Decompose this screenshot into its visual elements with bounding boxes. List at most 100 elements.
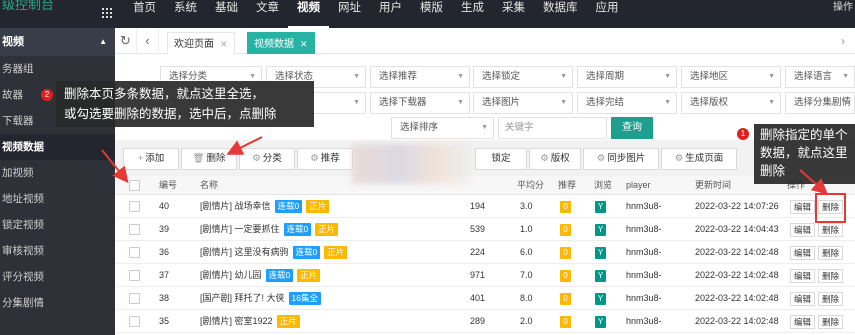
row-view[interactable]: Y xyxy=(595,241,606,264)
edit-button[interactable]: 编辑 xyxy=(790,292,816,306)
row-checkbox[interactable] xyxy=(129,293,140,304)
sidebar-item-url-video[interactable]: 地址视频 xyxy=(0,186,115,212)
row-view[interactable]: Y xyxy=(595,264,606,287)
sidebar-item-review-video[interactable]: 审核视频 xyxy=(0,238,115,264)
edit-button[interactable]: 编辑 xyxy=(790,246,816,260)
sidebar-item-locked-video[interactable]: 锁定视频 xyxy=(0,212,115,238)
row-title[interactable]: 一定要抓住 xyxy=(235,224,280,234)
sidebar: 视频 ▲ 务器组 故器 下载器 视频数据 加视频 地址视频 锁定视频 审核视频 评… xyxy=(0,28,115,335)
row-view[interactable]: Y xyxy=(595,287,606,310)
refresh-icon[interactable]: ↻ xyxy=(115,28,137,54)
row-view[interactable]: Y xyxy=(595,195,606,218)
row-checkbox[interactable] xyxy=(129,316,140,327)
row-recommend[interactable]: 0 xyxy=(560,287,571,310)
nav-item-video[interactable]: 视频 xyxy=(288,0,329,28)
edit-button[interactable]: 编辑 xyxy=(790,269,816,283)
row-title[interactable]: 战场幸信 xyxy=(235,201,271,211)
generate-page-button[interactable]: ⚙ 生成页面 xyxy=(661,148,737,170)
select-region[interactable]: 选择地区 ▼ xyxy=(681,66,781,88)
tab-welcome[interactable]: 欢迎页面 ✕ xyxy=(167,32,235,54)
sidebar-section-video[interactable]: 视频 ▲ xyxy=(0,28,115,56)
nav-item-user[interactable]: 用户 xyxy=(370,0,411,28)
grid-menu-icon[interactable] xyxy=(102,8,112,18)
select-recommend[interactable]: 选择推荐 ▼ xyxy=(370,66,470,88)
select-sort[interactable]: 选择排序 ▼ xyxy=(391,117,494,139)
select-lock[interactable]: 选择锁定 ▼ xyxy=(473,66,573,88)
nav-item-generate[interactable]: 生成 xyxy=(452,0,493,28)
chevron-right-icon[interactable]: › xyxy=(841,28,855,54)
top-right-menu[interactable]: 操作 xyxy=(833,0,855,16)
view-badge[interactable]: Y xyxy=(595,246,606,259)
row-recommend[interactable]: 0 xyxy=(560,310,571,333)
select-all-checkbox[interactable] xyxy=(129,180,140,191)
recommend-badge[interactable]: 0 xyxy=(560,315,571,328)
row-title[interactable]: 这里没有病驹 xyxy=(235,247,289,257)
view-badge[interactable]: Y xyxy=(595,269,606,282)
row-delete-button[interactable]: 删除 xyxy=(818,292,844,306)
select-finished[interactable]: 选择完结 ▼ xyxy=(577,92,677,114)
view-badge[interactable]: Y xyxy=(595,315,606,328)
row-delete-button[interactable]: 删除 xyxy=(818,246,844,260)
select-downloader[interactable]: 选择下载器 ▼ xyxy=(370,92,470,114)
select-period[interactable]: 选择周期 ▼ xyxy=(577,66,677,88)
row-recommend[interactable]: 0 xyxy=(560,195,571,218)
add-button[interactable]: + 添加 xyxy=(123,148,179,170)
row-recommend[interactable]: 0 xyxy=(560,264,571,287)
copyright-button[interactable]: ⚙ 版权 xyxy=(529,148,581,170)
row-view[interactable]: Y xyxy=(595,218,606,241)
row-checkbox[interactable] xyxy=(129,247,140,258)
recommend-badge[interactable]: 0 xyxy=(560,269,571,282)
nav-item-article[interactable]: 文章 xyxy=(247,0,288,28)
recommend-button[interactable]: ⚙ 推荐 xyxy=(297,148,353,170)
row-recommend[interactable]: 0 xyxy=(560,218,571,241)
select-language[interactable]: 选择语言 ▼ xyxy=(785,66,855,88)
tab-video-data[interactable]: 视频数据 ✕ xyxy=(247,32,315,54)
recommend-badge[interactable]: 0 xyxy=(560,246,571,259)
nav-item-system[interactable]: 系统 xyxy=(165,0,206,28)
keyword-input[interactable]: 关键字 xyxy=(498,117,607,139)
row-delete-button[interactable]: 删除 xyxy=(818,315,844,329)
view-badge[interactable]: Y xyxy=(595,223,606,236)
row-delete-button[interactable]: 删除 xyxy=(818,269,844,283)
edit-button[interactable]: 编辑 xyxy=(790,315,816,329)
chevron-left-icon[interactable]: ‹ xyxy=(137,28,159,54)
row-delete-button[interactable]: 删除 xyxy=(818,223,844,237)
sidebar-item-video-data[interactable]: 视频数据 xyxy=(0,134,115,160)
edit-button[interactable]: 编辑 xyxy=(790,223,816,237)
delete-button[interactable]: 🗑 删除 xyxy=(181,148,237,170)
select-copyright[interactable]: 选择版权 ▼ xyxy=(681,92,781,114)
edit-button[interactable]: 编辑 xyxy=(790,200,816,214)
sidebar-item-episode-plot[interactable]: 分集剧情 xyxy=(0,290,115,316)
row-title[interactable]: 幼儿园 xyxy=(235,270,262,280)
nav-item-database[interactable]: 数据库 xyxy=(534,0,587,28)
select-episode-plot[interactable]: 选择分集剧情 ▼ xyxy=(785,92,855,114)
sidebar-item-rated-video[interactable]: 评分视频 xyxy=(0,264,115,290)
nav-item-home[interactable]: 首页 xyxy=(124,0,165,28)
sidebar-item-server-group[interactable]: 务器组 xyxy=(0,56,115,82)
row-view[interactable]: Y xyxy=(595,310,606,333)
close-icon[interactable]: ✕ xyxy=(220,39,228,49)
view-badge[interactable]: Y xyxy=(595,292,606,305)
close-icon[interactable]: ✕ xyxy=(300,39,308,49)
lock-button[interactable]: 锁定 xyxy=(475,148,527,170)
row-checkbox[interactable] xyxy=(129,224,140,235)
select-image[interactable]: 选择图片 ▼ xyxy=(473,92,573,114)
nav-item-basic[interactable]: 基础 xyxy=(206,0,247,28)
view-badge[interactable]: Y xyxy=(595,200,606,213)
category-button[interactable]: ⚙ 分类 xyxy=(239,148,295,170)
nav-item-apps[interactable]: 应用 xyxy=(587,0,628,28)
nav-item-url[interactable]: 网址 xyxy=(329,0,370,28)
row-checkbox[interactable] xyxy=(129,270,140,281)
nav-item-template[interactable]: 模版 xyxy=(411,0,452,28)
recommend-badge[interactable]: 0 xyxy=(560,200,571,213)
row-recommend[interactable]: 0 xyxy=(560,241,571,264)
query-button[interactable]: 查询 xyxy=(611,117,653,139)
row-title[interactable]: 拜托了! 大侠 xyxy=(235,293,285,303)
row-title[interactable]: 密室1922 xyxy=(235,316,273,326)
row-checkbox[interactable] xyxy=(129,201,140,212)
sidebar-item-add-video[interactable]: 加视频 xyxy=(0,160,115,186)
nav-item-collect[interactable]: 采集 xyxy=(493,0,534,28)
sync-image-button[interactable]: ⚙ 同步图片 xyxy=(583,148,659,170)
recommend-badge[interactable]: 0 xyxy=(560,223,571,236)
recommend-badge[interactable]: 0 xyxy=(560,292,571,305)
